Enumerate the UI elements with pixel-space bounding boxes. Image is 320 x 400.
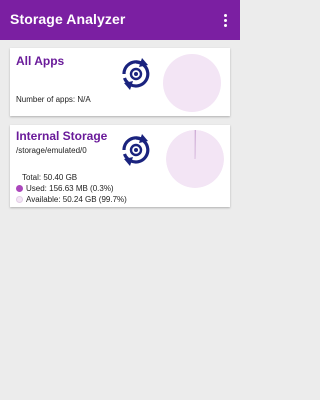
apps-count-label: Number of apps: N/A — [16, 95, 91, 104]
more-vert-icon[interactable] — [214, 8, 236, 32]
available-legend: Available: 50.24 GB (99.7%) — [16, 195, 127, 204]
available-label: Available: 50.24 GB (99.7%) — [26, 195, 127, 204]
available-color-dot — [16, 196, 23, 204]
app-bar: Storage Analyzer — [0, 0, 240, 40]
all-apps-title: All Apps — [16, 54, 65, 68]
app-title: Storage Analyzer — [10, 11, 126, 27]
all-apps-card[interactable]: All Apps Number of apps: N/A — [10, 48, 230, 116]
storage-path: /storage/emulated/0 — [16, 146, 87, 155]
storage-pie-chart — [166, 130, 224, 188]
used-legend: Used: 156.63 MB (0.3%) — [16, 184, 114, 193]
internal-storage-card[interactable]: Internal Storage /storage/emulated/0 Tot… — [10, 125, 230, 207]
refresh-icon[interactable] — [118, 56, 154, 92]
used-color-dot — [16, 185, 23, 193]
refresh-icon[interactable] — [118, 132, 154, 168]
total-label: Total: 50.40 GB — [22, 173, 78, 182]
bottom-area — [0, 356, 240, 400]
internal-storage-title: Internal Storage — [16, 129, 108, 143]
apps-pie-chart — [163, 54, 221, 112]
used-label: Used: 156.63 MB (0.3%) — [26, 184, 114, 193]
